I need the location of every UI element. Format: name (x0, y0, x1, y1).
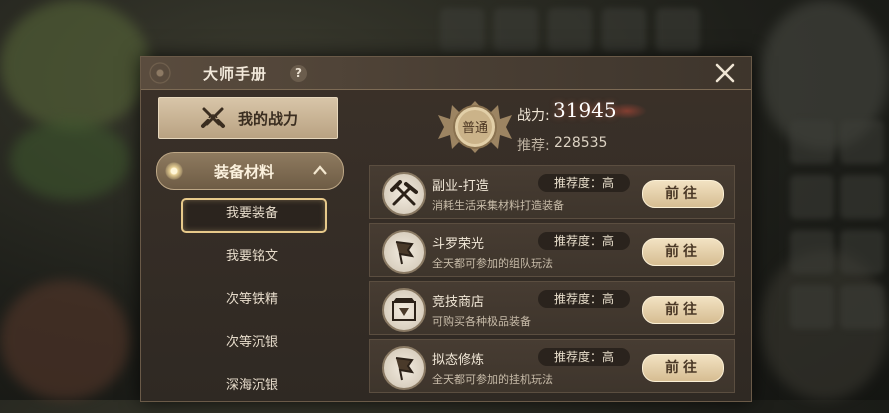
sidebar-item-lesser-iron[interactable]: 次等铁精 (181, 284, 323, 327)
list-item: 拟态修炼 全天都可参加的挂机玩法 推荐度：高 前往 (369, 339, 735, 393)
banner-icon (382, 346, 426, 390)
sidebar-item-lesser-silver[interactable]: 次等沉银 (181, 327, 323, 370)
my-power-button[interactable]: 我的战力 (158, 97, 338, 139)
ornament-icon (145, 59, 195, 87)
rank-badge-icon: 普通 (438, 101, 512, 153)
go-button[interactable]: 前往 (642, 180, 724, 208)
chevron-up-icon (313, 165, 327, 175)
row-desc: 全天都可参加的组队玩法 (432, 257, 553, 270)
recommend-tag: 推荐度：高 (538, 232, 630, 250)
badge-text: 普通 (462, 121, 488, 136)
title-bar: 大师手册 ? (141, 57, 751, 90)
close-icon[interactable] (713, 61, 737, 85)
glow-dot-icon (165, 162, 183, 180)
row-title: 斗罗荣光 (432, 237, 485, 252)
crossed-swords-icon (201, 107, 225, 128)
category-equipment-materials[interactable]: 装备材料 (156, 152, 344, 190)
dialog-title: 大师手册 (203, 65, 268, 83)
shop-icon (382, 288, 426, 332)
hammer-pickaxe-icon (382, 172, 426, 216)
sidebar-item-deepsea-silver[interactable]: 深海沉银 (181, 370, 323, 413)
subcategory-list: 我要装备 我要铭文 次等铁精 次等沉银 深海沉银 (181, 198, 327, 413)
row-desc: 可购买各种极品装备 (432, 315, 531, 328)
master-handbook-dialog: 大师手册 ? 我的战力 装备材料 我要装备 我要铭文 次等铁精 次等沉银 深海沉… (140, 56, 752, 402)
list-item: 副业-打造 消耗生活采集材料打造装备 推荐度：高 前往 (369, 165, 735, 219)
my-power-label: 我的战力 (238, 110, 299, 128)
row-title: 拟态修炼 (432, 353, 485, 368)
recommend-tag: 推荐度：高 (538, 290, 630, 308)
list-item: 斗罗荣光 全天都可参加的组队玩法 推荐度：高 前往 (369, 223, 735, 277)
go-button[interactable]: 前往 (642, 354, 724, 382)
list-item: 竞技商店 可购买各种极品装备 推荐度：高 前往 (369, 281, 735, 335)
activity-list: 副业-打造 消耗生活采集材料打造装备 推荐度：高 前往 斗罗荣光 全天都可参加的… (369, 165, 735, 397)
row-desc: 全天都可参加的挂机玩法 (432, 373, 553, 386)
power-label: 战力: (517, 108, 550, 124)
power-value: 31945 (553, 98, 617, 122)
recommend-tag: 推荐度：高 (538, 174, 630, 192)
recommend-label: 推荐: (517, 138, 550, 154)
sidebar-item-want-inscription[interactable]: 我要铭文 (181, 241, 323, 284)
recommend-value: 228535 (554, 135, 608, 151)
row-desc: 消耗生活采集材料打造装备 (432, 199, 564, 212)
row-title: 竞技商店 (432, 295, 485, 310)
recommend-tag: 推荐度：高 (538, 348, 630, 366)
help-icon[interactable]: ? (290, 65, 307, 82)
banner-icon (382, 230, 426, 274)
row-title: 副业-打造 (432, 179, 489, 194)
go-button[interactable]: 前往 (642, 238, 724, 266)
sidebar-item-want-equipment[interactable]: 我要装备 (181, 198, 327, 241)
go-button[interactable]: 前往 (642, 296, 724, 324)
category-label: 装备材料 (214, 163, 275, 181)
